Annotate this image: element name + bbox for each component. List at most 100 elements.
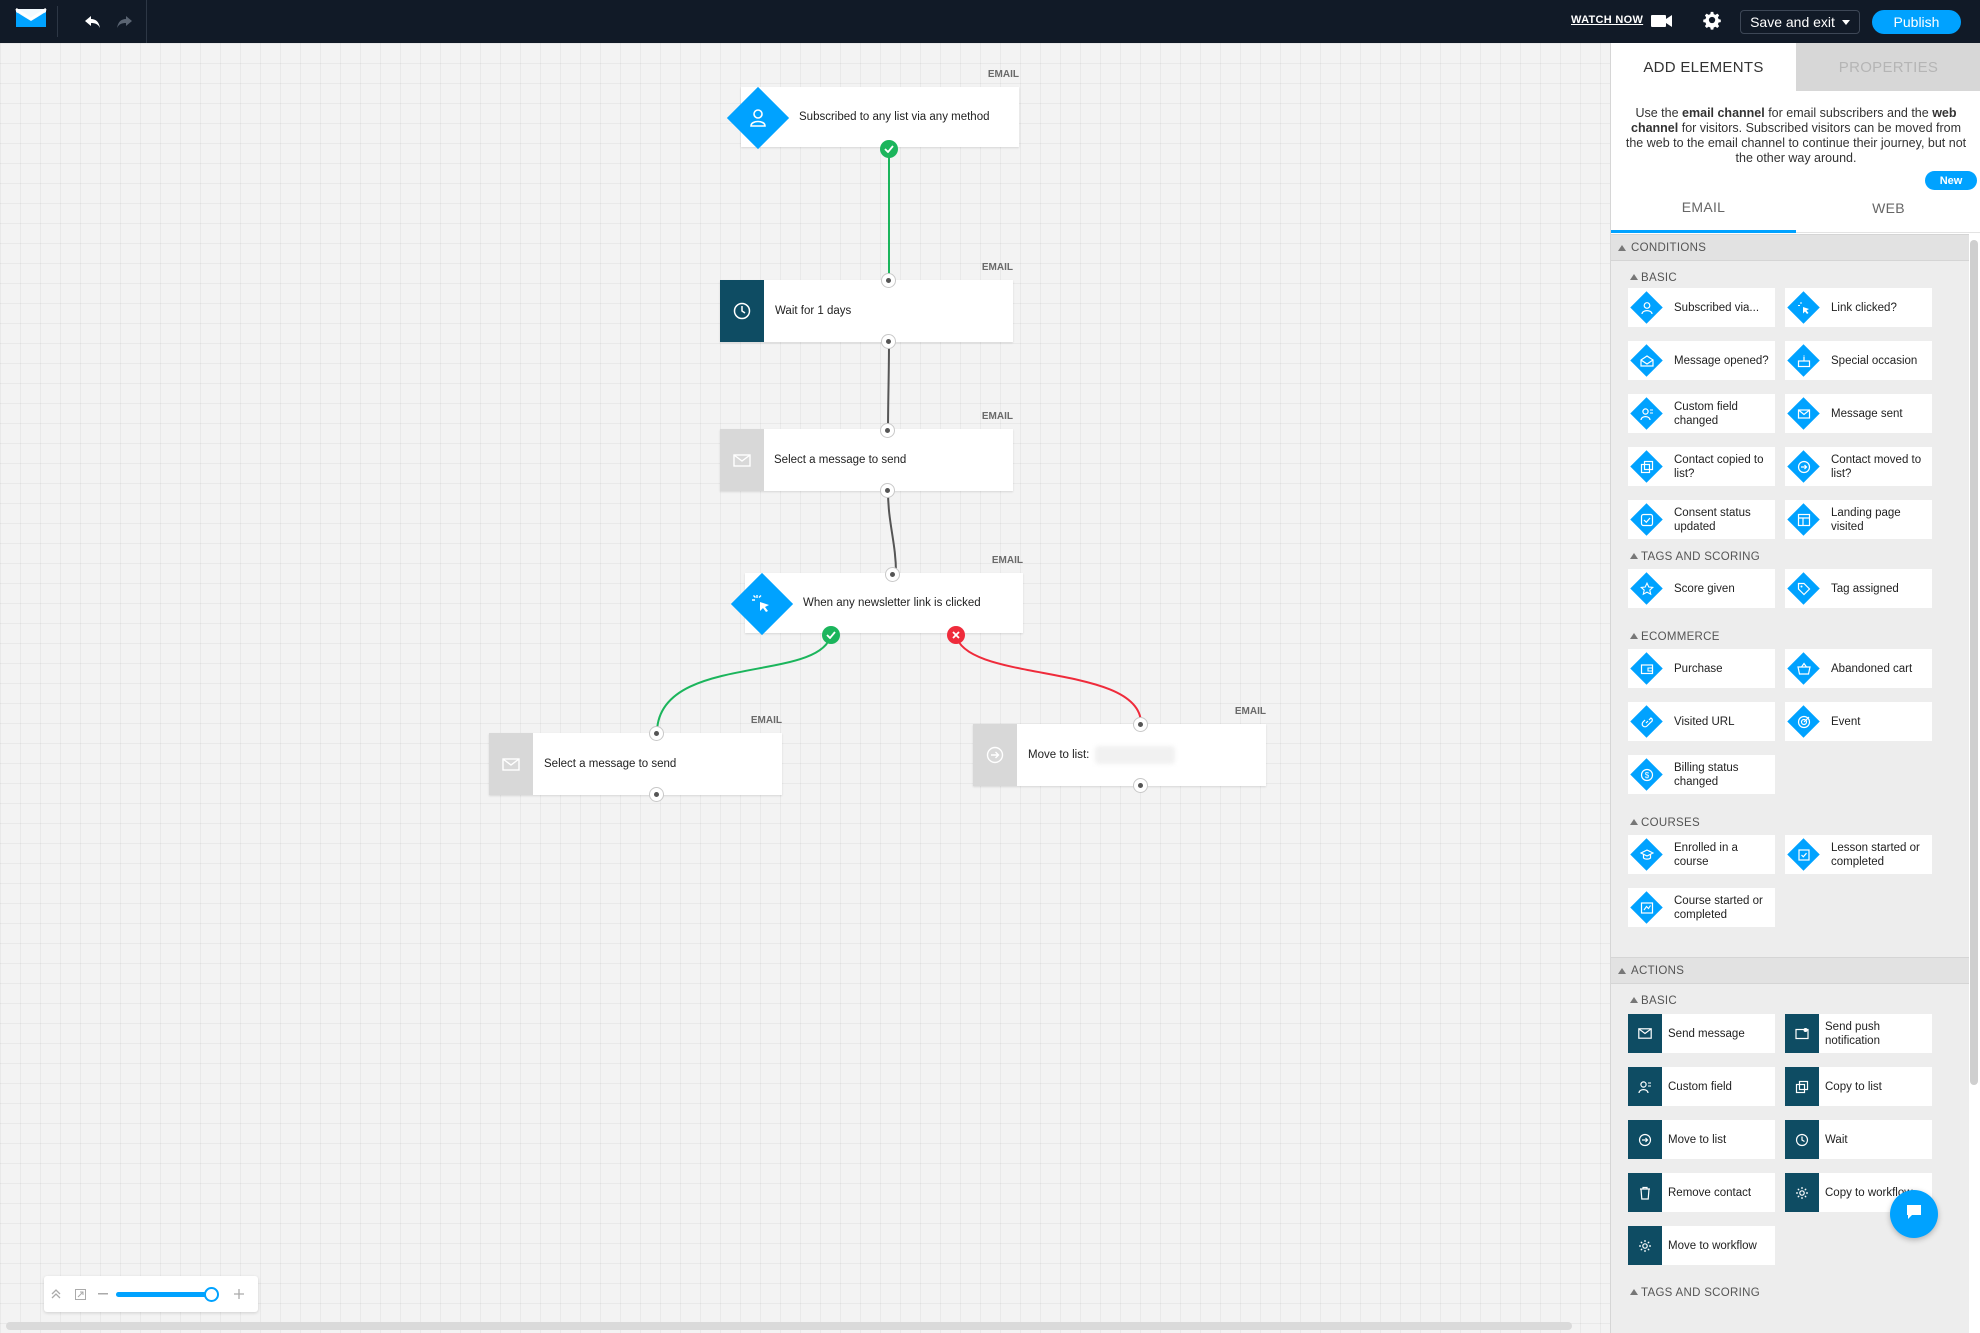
action-node-send-message[interactable]: EMAIL Select a message to send bbox=[489, 715, 782, 795]
connector-out[interactable] bbox=[880, 483, 895, 498]
yes-check-icon[interactable] bbox=[822, 626, 840, 644]
connection-condition-no bbox=[955, 634, 1142, 724]
horizontal-scrollbar[interactable] bbox=[6, 1322, 1572, 1330]
connector-out[interactable] bbox=[649, 787, 664, 802]
section-actions[interactable]: ACTIONS bbox=[1611, 957, 1969, 984]
element-message-sent[interactable]: Message sent bbox=[1785, 394, 1932, 433]
connector-out[interactable] bbox=[1133, 778, 1148, 793]
connector-in[interactable] bbox=[649, 726, 664, 741]
element-score-given[interactable]: Score given bbox=[1628, 569, 1775, 608]
element-tag-assigned[interactable]: Tag assigned bbox=[1785, 569, 1932, 608]
connector-in[interactable] bbox=[1133, 717, 1148, 732]
section-label: ACTIONS bbox=[1631, 964, 1685, 977]
subsection-basic[interactable]: BASIC bbox=[1611, 987, 1969, 1014]
element-custom-field-changed[interactable]: Custom field changed bbox=[1628, 394, 1775, 433]
collapse-triangle-icon bbox=[1630, 997, 1638, 1003]
tag-icon bbox=[1788, 573, 1819, 604]
undo-icon[interactable] bbox=[79, 8, 107, 36]
action-node-move-to-list[interactable]: EMAIL Move to list: bbox=[973, 706, 1266, 786]
workflow-connections bbox=[656, 149, 1142, 732]
video-camera-icon[interactable] bbox=[1651, 14, 1673, 33]
element-visited-url[interactable]: Visited URL bbox=[1628, 702, 1775, 741]
element-move-to-workflow[interactable]: Move to workflow bbox=[1628, 1226, 1775, 1265]
action-node-send-message[interactable]: EMAIL Select a message to send bbox=[720, 411, 1013, 491]
section-conditions[interactable]: CONDITIONS bbox=[1611, 234, 1969, 261]
subsection-ecommerce[interactable]: ECOMMERCE bbox=[1611, 623, 1969, 650]
element-label: Move to workflow bbox=[1668, 1239, 1757, 1252]
element-label: Wait bbox=[1825, 1133, 1848, 1146]
element-send-push-notification[interactable]: Send push notification bbox=[1785, 1014, 1932, 1053]
section-label: TAGS AND SCORING bbox=[1641, 1286, 1760, 1299]
element-course-started-completed[interactable]: Course started or completed bbox=[1628, 888, 1775, 927]
connector-in[interactable] bbox=[881, 273, 896, 288]
element-remove-contact[interactable]: Remove contact bbox=[1628, 1173, 1775, 1212]
zoom-slider-fill bbox=[116, 1292, 211, 1297]
subsection-basic[interactable]: BASIC bbox=[1611, 264, 1969, 291]
elements-panel: ADD ELEMENTS PROPERTIES Use the email ch… bbox=[1610, 43, 1980, 1333]
element-landing-page-visited[interactable]: Landing page visited bbox=[1785, 500, 1932, 539]
connector-in[interactable] bbox=[880, 423, 895, 438]
top-bar: WATCH NOW Save and exit Publish bbox=[0, 0, 1980, 43]
element-event[interactable]: Event bbox=[1785, 702, 1932, 741]
element-wait[interactable]: Wait bbox=[1785, 1120, 1932, 1159]
arrow-circle-icon bbox=[1628, 1120, 1662, 1159]
connector-out[interactable] bbox=[881, 334, 896, 349]
collapse-triangle-icon bbox=[1630, 553, 1638, 559]
getresponse-logo[interactable] bbox=[14, 6, 58, 37]
subsection-tags-scoring[interactable]: TAGS AND SCORING bbox=[1611, 543, 1969, 570]
element-billing-status-changed[interactable]: $ Billing status changed bbox=[1628, 755, 1775, 794]
subsection-courses[interactable]: COURSES bbox=[1611, 809, 1969, 836]
caret-down-icon bbox=[1841, 19, 1850, 25]
action-node-wait[interactable]: EMAIL Wait for 1 days bbox=[720, 262, 1013, 342]
element-contact-moved[interactable]: Contact moved to list? bbox=[1785, 447, 1932, 486]
element-subscribed-via[interactable]: Subscribed via... bbox=[1628, 288, 1775, 327]
watch-now-link[interactable]: WATCH NOW bbox=[1571, 14, 1643, 26]
zoom-in-icon[interactable] bbox=[230, 1285, 248, 1303]
channel-label: EMAIL bbox=[750, 715, 782, 726]
element-link-clicked[interactable]: Link clicked? bbox=[1785, 288, 1932, 327]
collapse-triangle-icon bbox=[1630, 274, 1638, 280]
redo-icon[interactable] bbox=[110, 8, 138, 36]
gear-icon[interactable] bbox=[1703, 11, 1722, 35]
element-move-to-list[interactable]: Move to list bbox=[1628, 1120, 1775, 1159]
element-label: Course started or completed bbox=[1674, 894, 1763, 921]
tab-add-elements[interactable]: ADD ELEMENTS bbox=[1611, 43, 1796, 91]
dollar-cycle-icon: $ bbox=[1631, 759, 1662, 790]
element-label: Abandoned cart bbox=[1831, 662, 1913, 675]
element-purchase[interactable]: Purchase bbox=[1628, 649, 1775, 688]
element-enrolled-in-course[interactable]: Enrolled in a course bbox=[1628, 835, 1775, 874]
element-send-message[interactable]: Send message bbox=[1628, 1014, 1775, 1053]
tab-web-channel[interactable]: WEB bbox=[1796, 183, 1980, 233]
target-icon bbox=[1788, 706, 1819, 737]
workflow-gear-icon bbox=[1628, 1226, 1662, 1265]
envelope-icon bbox=[1628, 1014, 1662, 1053]
tab-email-channel[interactable]: EMAIL bbox=[1611, 183, 1796, 233]
fit-screen-icon[interactable] bbox=[71, 1285, 89, 1303]
push-notification-icon bbox=[1785, 1014, 1819, 1053]
zoom-slider[interactable] bbox=[116, 1287, 219, 1302]
collapse-triangle-icon bbox=[1618, 245, 1626, 251]
yes-check-icon[interactable] bbox=[880, 140, 898, 158]
zoom-out-icon[interactable] bbox=[94, 1285, 112, 1303]
element-copy-to-list[interactable]: Copy to list bbox=[1785, 1067, 1932, 1106]
element-consent-status-updated[interactable]: Consent status updated bbox=[1628, 500, 1775, 539]
publish-button[interactable]: Publish bbox=[1872, 10, 1961, 34]
element-abandoned-cart[interactable]: Abandoned cart bbox=[1785, 649, 1932, 688]
channel-label: EMAIL bbox=[981, 411, 1013, 422]
element-special-occasion[interactable]: Special occasion bbox=[1785, 341, 1932, 380]
vertical-scrollbar[interactable] bbox=[1970, 240, 1978, 1085]
no-cross-icon[interactable] bbox=[947, 626, 965, 644]
element-message-opened[interactable]: Message opened? bbox=[1628, 341, 1775, 380]
chat-button[interactable] bbox=[1890, 1190, 1938, 1238]
section-label: BASIC bbox=[1641, 994, 1678, 1007]
zoom-slider-thumb[interactable] bbox=[204, 1287, 219, 1302]
collapse-up-icon[interactable] bbox=[47, 1285, 65, 1303]
element-contact-copied[interactable]: Contact copied to list? bbox=[1628, 447, 1775, 486]
save-and-exit-button[interactable]: Save and exit bbox=[1740, 10, 1860, 34]
element-custom-field[interactable]: Custom field bbox=[1628, 1067, 1775, 1106]
element-lesson-started-completed[interactable]: Lesson started or completed bbox=[1785, 835, 1932, 874]
connector-in[interactable] bbox=[885, 567, 900, 582]
subsection-tags-scoring[interactable]: TAGS AND SCORING bbox=[1611, 1279, 1969, 1306]
tab-properties[interactable]: PROPERTIES bbox=[1796, 43, 1980, 91]
workflow-canvas[interactable]: EMAIL Subscribed to any list via any met… bbox=[0, 43, 1610, 1333]
